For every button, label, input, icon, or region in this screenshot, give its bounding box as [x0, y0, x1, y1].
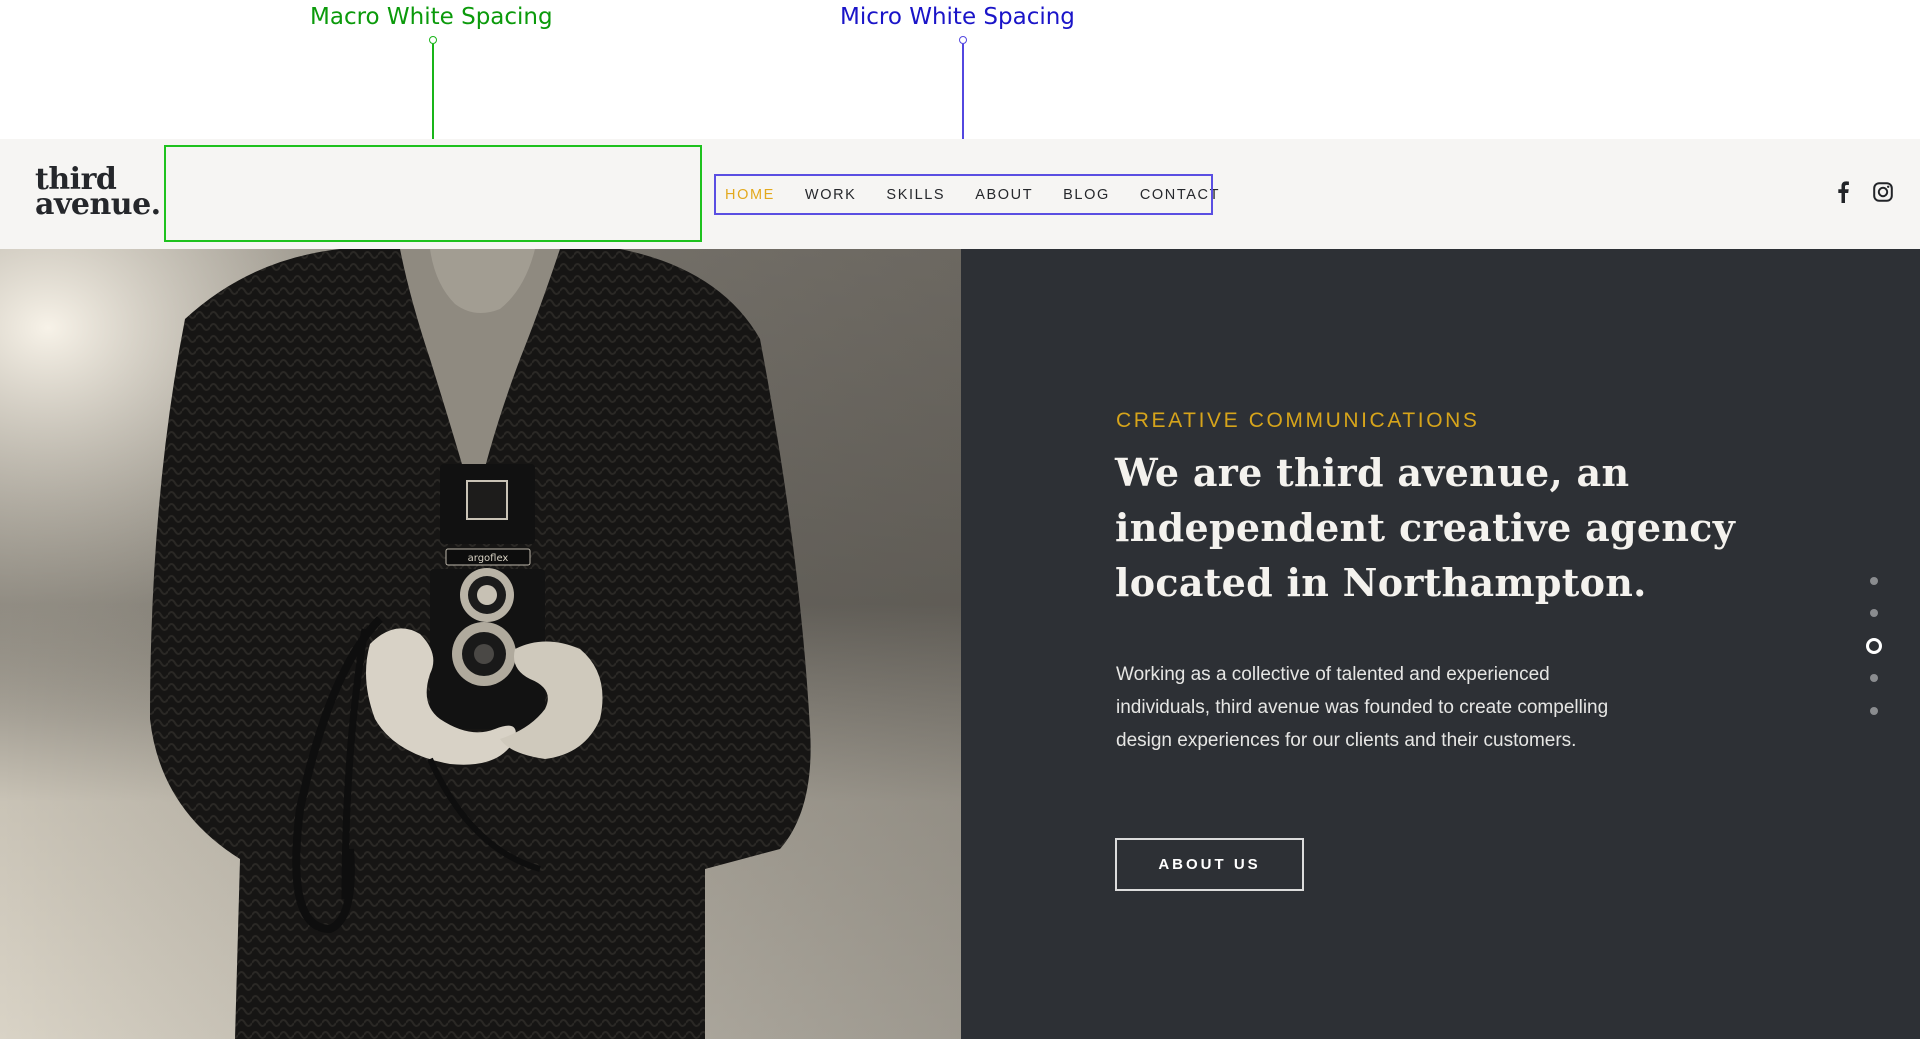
- facebook-link[interactable]: [1830, 179, 1856, 205]
- headline-line: independent creative agency: [1115, 505, 1736, 550]
- hero-panel: CREATIVE COMMUNICATIONS We are third ave…: [961, 249, 1920, 1039]
- slide-dot-5[interactable]: [1870, 707, 1878, 715]
- hero-eyebrow: CREATIVE COMMUNICATIONS: [1116, 409, 1480, 432]
- logo-line-2: avenue.: [35, 187, 161, 222]
- slide-dot-1[interactable]: [1870, 577, 1878, 585]
- instagram-link[interactable]: [1870, 179, 1896, 205]
- hero-description: Working as a collective of talented and …: [1116, 658, 1676, 757]
- slide-dot-2[interactable]: [1870, 609, 1878, 617]
- micro-spacing-highlight: [714, 174, 1213, 215]
- macro-connector-dot: [429, 36, 437, 44]
- facebook-icon: [1838, 181, 1849, 203]
- macro-white-spacing-label: Macro White Spacing: [310, 4, 553, 30]
- logo[interactable]: third avenue.: [35, 165, 161, 222]
- photo-illustration: argoflex: [0, 249, 961, 1039]
- about-us-button[interactable]: ABOUT US: [1115, 838, 1304, 891]
- description-line: design experiences for our clients and t…: [1116, 730, 1577, 751]
- micro-connector-dot: [959, 36, 967, 44]
- hero-headline: We are third avenue, an independent crea…: [1115, 445, 1736, 610]
- slide-dot-4[interactable]: [1870, 674, 1878, 682]
- camera-brand: argoflex: [468, 553, 509, 564]
- macro-connector-line: [432, 44, 434, 145]
- description-line: individuals, third avenue was founded to…: [1116, 697, 1609, 718]
- instagram-icon: [1873, 182, 1893, 202]
- slide-dot-3-active[interactable]: [1866, 638, 1882, 654]
- description-line: Working as a collective of talented and …: [1116, 664, 1550, 685]
- headline-line: located in Northampton.: [1115, 560, 1647, 605]
- macro-spacing-highlight: [164, 145, 702, 242]
- micro-white-spacing-label: Micro White Spacing: [840, 4, 1075, 30]
- hero-photo: argoflex: [0, 249, 961, 1039]
- headline-line: We are third avenue, an: [1115, 450, 1630, 495]
